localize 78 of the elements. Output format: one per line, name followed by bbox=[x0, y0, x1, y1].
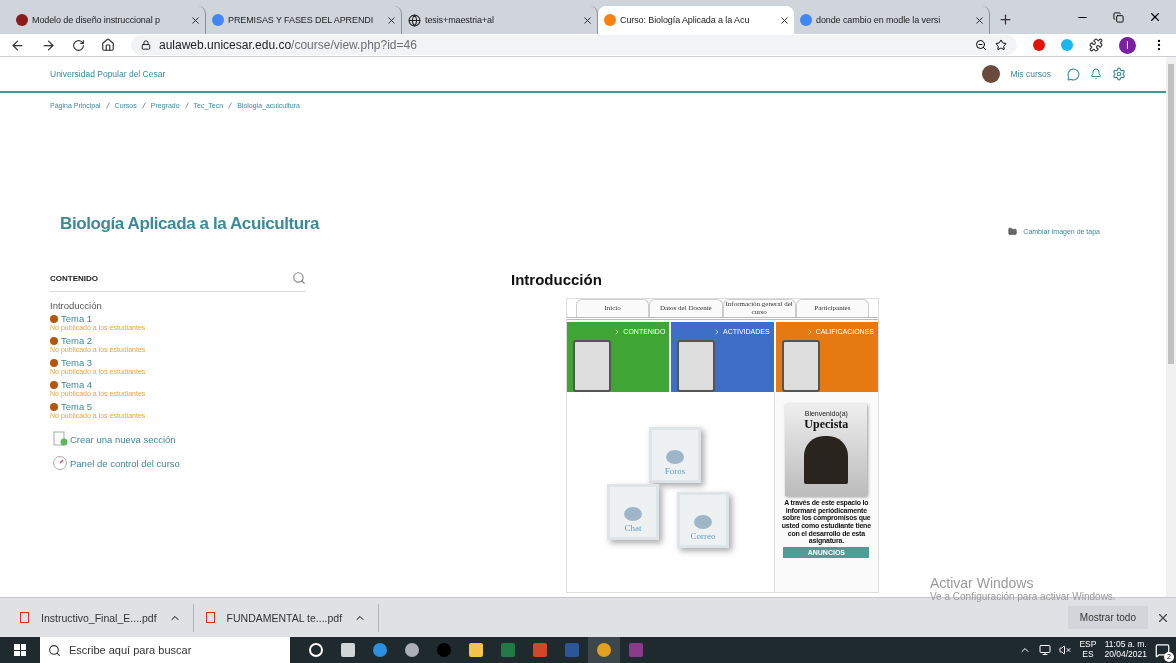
settings-icon[interactable] bbox=[1112, 67, 1126, 81]
cube-label: Foros bbox=[664, 466, 686, 476]
section-link[interactable]: Introducción bbox=[50, 300, 306, 311]
bookmark-star-icon[interactable] bbox=[995, 39, 1007, 51]
search-icon[interactable] bbox=[292, 271, 306, 285]
globe-icon bbox=[408, 13, 421, 27]
restore-icon[interactable] bbox=[1113, 11, 1124, 23]
lock-icon bbox=[141, 40, 151, 50]
activation-title: Activar Windows bbox=[930, 575, 1035, 591]
download-item[interactable]: FUNDAMENTAL te....pdf bbox=[226, 611, 343, 624]
poster-headline: Upecista bbox=[804, 417, 849, 432]
cube-label: Chat bbox=[624, 523, 642, 533]
site-favicon bbox=[604, 14, 616, 26]
tool-cube[interactable]: Chat bbox=[607, 484, 659, 540]
muted-speaker-icon[interactable] bbox=[1059, 644, 1072, 656]
taskbar-search-field[interactable]: Escribe aquí para buscar bbox=[40, 637, 290, 663]
show-all-button[interactable]: Mostrar todo bbox=[1067, 606, 1148, 629]
slash-separator bbox=[228, 102, 233, 109]
slash-separator bbox=[184, 102, 189, 109]
photo-placeholder bbox=[804, 436, 849, 484]
cube-icon bbox=[624, 507, 642, 521]
site-favicon bbox=[212, 14, 224, 26]
clock[interactable]: 11:05 a. m. 20/04/2021 bbox=[1104, 640, 1147, 660]
profile-avatar[interactable]: I bbox=[1119, 36, 1136, 54]
search-icon bbox=[48, 643, 61, 657]
close-icon[interactable] bbox=[1148, 10, 1162, 24]
slash-separator bbox=[105, 102, 110, 109]
address-bar[interactable]: aulaweb.unicesar.edu.co/course/view.php?id=46 bbox=[131, 35, 1017, 55]
slash-separator bbox=[141, 102, 146, 109]
close-icon[interactable] bbox=[582, 14, 593, 26]
reload-button[interactable] bbox=[72, 38, 85, 52]
sidebar-heading: CONTENIDO bbox=[50, 273, 98, 283]
cube-icon bbox=[666, 450, 684, 464]
pdf-icon bbox=[20, 612, 29, 623]
folder-icon bbox=[1008, 227, 1018, 236]
close-icon[interactable] bbox=[779, 14, 790, 26]
device-photo-placeholder bbox=[573, 340, 611, 392]
activation-subtitle: Ve a Configuración para activar Windows. bbox=[930, 591, 1116, 602]
device-photo-placeholder bbox=[677, 340, 716, 392]
message-icon[interactable] bbox=[1067, 67, 1080, 81]
pdf-icon bbox=[205, 612, 215, 623]
url-text: aulaweb.unicesar.edu.co/course/view.php?id=46 bbox=[159, 38, 417, 52]
cube-icon bbox=[694, 515, 712, 529]
close-icon[interactable] bbox=[386, 14, 397, 26]
tool-cube[interactable]: Foros bbox=[649, 427, 701, 483]
close-icon[interactable] bbox=[190, 14, 201, 26]
site-favicon bbox=[800, 14, 812, 26]
user-avatar[interactable] bbox=[982, 65, 1001, 83]
section-link[interactable]: Tema 3 bbox=[50, 357, 306, 368]
section-link[interactable]: Tema 1 bbox=[50, 313, 306, 324]
back-button[interactable] bbox=[10, 37, 25, 53]
site-name[interactable]: Universidad Popular del Cesar bbox=[50, 69, 166, 79]
tool-cube[interactable]: Correo bbox=[677, 492, 729, 548]
forward-button[interactable] bbox=[41, 37, 56, 53]
network-icon[interactable] bbox=[1039, 644, 1052, 656]
extensions-puzzle-button[interactable] bbox=[1089, 38, 1103, 52]
zoom-icon[interactable] bbox=[975, 39, 987, 51]
section-title: Introducción bbox=[511, 271, 603, 288]
home-button[interactable] bbox=[101, 38, 115, 52]
scrollbar[interactable] bbox=[1166, 57, 1176, 597]
section-link[interactable]: Tema 4 bbox=[50, 379, 306, 390]
gauge-icon bbox=[52, 455, 68, 471]
notification-bell-icon[interactable] bbox=[1090, 68, 1102, 80]
browser-tab[interactable]: Curso: Biología Aplicada a la Acu bbox=[598, 6, 794, 34]
site-favicon bbox=[16, 14, 28, 26]
new-tab-button[interactable] bbox=[998, 12, 1013, 27]
add-section-link[interactable]: Crear una nueva sección bbox=[52, 431, 306, 447]
section-link[interactable]: Tema 5 bbox=[50, 401, 306, 412]
close-icon[interactable] bbox=[974, 14, 985, 26]
download-item[interactable]: Instructivo_Final_E....pdf bbox=[41, 611, 157, 624]
extension-button[interactable] bbox=[1033, 39, 1045, 51]
my-courses-link[interactable]: Mis cursos bbox=[1010, 69, 1051, 79]
section-link[interactable]: Tema 2 bbox=[50, 335, 306, 346]
dashboard-link[interactable]: Panel de control del curso bbox=[52, 455, 306, 471]
course-title: Biología Aplicada a la Acuicultura bbox=[60, 213, 320, 234]
document-add-icon bbox=[52, 431, 68, 447]
cube-label: Correo bbox=[690, 531, 716, 541]
language-indicator[interactable]: ESP ES bbox=[1079, 640, 1097, 660]
